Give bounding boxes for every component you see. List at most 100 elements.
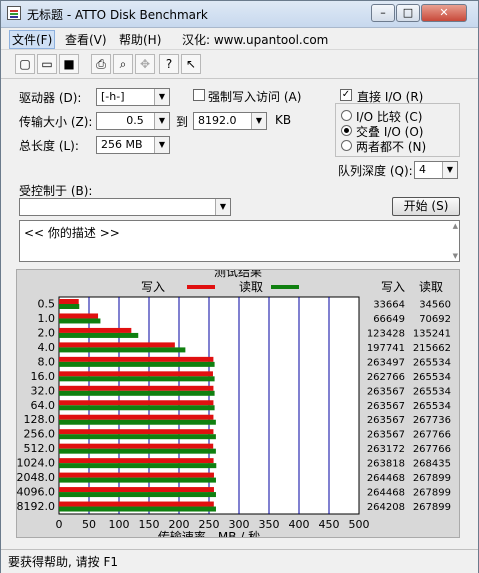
chevron-down-icon[interactable]: ▼ bbox=[215, 199, 230, 215]
write-bar bbox=[59, 299, 79, 304]
write-value: 263567 bbox=[367, 386, 405, 397]
print-icon[interactable]: ⎙ bbox=[91, 54, 111, 74]
context-help-icon[interactable]: ↖ bbox=[181, 54, 201, 74]
write-value: 262766 bbox=[367, 372, 405, 383]
print-preview-icon[interactable]: ⌕ bbox=[113, 54, 133, 74]
results-title: 测试结果 bbox=[214, 270, 262, 279]
read-bar bbox=[59, 361, 215, 367]
direct-io-checkbox[interactable]: ✓ bbox=[340, 89, 352, 101]
app-window: 无标题 - ATTO Disk Benchmark – □ ✕ 文件(F) 查看… bbox=[0, 0, 479, 573]
drive-select[interactable]: [-h-] ▼ bbox=[96, 88, 170, 106]
results-chart: 测试结果写入 读取 写入 读取0 50 100 150 200 250 300 350 400 450 5… bbox=[17, 264, 452, 544]
total-length-value: 256 MB bbox=[101, 138, 143, 151]
new-icon[interactable]: ▢ bbox=[15, 54, 35, 74]
read-bar bbox=[59, 304, 80, 309]
transfer-to-value: 8192.0 bbox=[198, 114, 237, 127]
legend-write-swatch bbox=[187, 285, 215, 289]
force-write-checkbox[interactable] bbox=[193, 89, 205, 101]
legend-read-label: 读取 bbox=[239, 280, 263, 294]
write-bar bbox=[59, 371, 213, 377]
chevron-down-icon[interactable]: ▼ bbox=[154, 137, 169, 153]
close-button[interactable]: ✕ bbox=[421, 4, 467, 22]
x-tick-label: 500 bbox=[349, 518, 370, 531]
write-value: 264208 bbox=[367, 502, 405, 513]
read-bar bbox=[59, 492, 216, 498]
category-label: 512.0 bbox=[24, 442, 56, 455]
category-label: 8.0 bbox=[38, 355, 56, 368]
open-icon[interactable]: ▭ bbox=[37, 54, 57, 74]
read-value: 267736 bbox=[413, 415, 451, 426]
write-bar bbox=[59, 342, 175, 348]
maximize-button[interactable]: □ bbox=[396, 4, 420, 22]
move-icon[interactable]: ✥ bbox=[135, 54, 155, 74]
queue-depth-label: 队列深度 (Q): bbox=[338, 164, 413, 178]
read-bar bbox=[59, 419, 216, 425]
category-label: 2.0 bbox=[38, 326, 56, 339]
transfer-from-value: 0.5 bbox=[126, 114, 144, 127]
menu-help[interactable]: 帮助(H) bbox=[119, 31, 161, 48]
overlapped-io-radio[interactable] bbox=[341, 125, 352, 136]
write-bar bbox=[59, 443, 214, 449]
read-bar bbox=[59, 448, 216, 454]
io-compare-radio[interactable] bbox=[341, 110, 352, 121]
neither-radio[interactable] bbox=[341, 140, 352, 151]
transfer-to-select[interactable]: 8192.0 ▼ bbox=[193, 112, 267, 130]
write-value: 263172 bbox=[367, 444, 405, 455]
toolbar: ▢ ▭ ■ ⎙ ⌕ ✥ ? ↖ bbox=[1, 50, 478, 79]
help-icon[interactable]: ? bbox=[159, 54, 179, 74]
total-length-select[interactable]: 256 MB ▼ bbox=[96, 136, 170, 154]
save-icon[interactable]: ■ bbox=[59, 54, 79, 74]
read-bar bbox=[59, 405, 215, 411]
chevron-down-icon[interactable]: ▼ bbox=[154, 113, 169, 129]
description-text: << 你的描述 >> bbox=[24, 226, 120, 240]
transfer-from-select[interactable]: 0.5 ▼ bbox=[96, 112, 170, 130]
drive-label: 驱动器 (D): bbox=[19, 91, 82, 105]
kb-label: KB bbox=[275, 113, 292, 127]
title-bar[interactable]: 无标题 - ATTO Disk Benchmark – □ ✕ bbox=[1, 1, 478, 28]
read-bar bbox=[59, 477, 216, 483]
menu-file[interactable]: 文件(F) bbox=[9, 30, 56, 49]
description-field[interactable]: << 你的描述 >> ▲ ▼ bbox=[19, 220, 460, 262]
controlled-by-select[interactable]: ▼ bbox=[19, 198, 231, 216]
x-tick-label: 50 bbox=[82, 518, 96, 531]
read-bar bbox=[59, 434, 216, 440]
category-label: 2048.0 bbox=[17, 471, 55, 484]
transfer-size-label: 传输大小 (Z): bbox=[19, 115, 93, 129]
window-title: 无标题 - ATTO Disk Benchmark bbox=[27, 8, 208, 22]
drive-value: [-h-] bbox=[101, 90, 125, 103]
scroll-up-icon[interactable]: ▲ bbox=[453, 222, 458, 230]
to-label: 到 bbox=[176, 115, 189, 129]
write-bar bbox=[59, 385, 214, 391]
write-bar bbox=[59, 472, 214, 478]
read-value: 267766 bbox=[413, 444, 451, 455]
chevron-down-icon[interactable]: ▼ bbox=[154, 89, 169, 105]
read-column-header: 读取 bbox=[419, 280, 443, 294]
write-value: 264468 bbox=[367, 488, 405, 499]
read-value: 135241 bbox=[413, 328, 451, 339]
write-bar bbox=[59, 313, 99, 319]
write-value: 263818 bbox=[367, 459, 405, 470]
category-label: 1024.0 bbox=[17, 457, 55, 470]
category-label: 0.5 bbox=[38, 298, 56, 311]
write-value: 263567 bbox=[367, 401, 405, 412]
read-value: 265534 bbox=[413, 372, 451, 383]
chevron-down-icon[interactable]: ▼ bbox=[251, 113, 266, 129]
write-bar bbox=[59, 400, 214, 406]
x-tick-label: 0 bbox=[56, 518, 63, 531]
write-value: 263567 bbox=[367, 415, 405, 426]
queue-depth-select[interactable]: 4 ▼ bbox=[414, 161, 458, 179]
chevron-down-icon[interactable]: ▼ bbox=[442, 162, 457, 178]
x-tick-label: 350 bbox=[259, 518, 280, 531]
menu-view[interactable]: 查看(V) bbox=[65, 31, 107, 48]
read-value: 215662 bbox=[413, 343, 451, 354]
write-column-header: 写入 bbox=[381, 280, 405, 294]
x-tick-label: 100 bbox=[109, 518, 130, 531]
start-button[interactable]: 开始 (S) bbox=[392, 197, 460, 216]
x-tick-label: 450 bbox=[319, 518, 340, 531]
minimize-button[interactable]: – bbox=[371, 4, 395, 22]
write-bar bbox=[59, 429, 214, 435]
write-bar bbox=[59, 501, 214, 507]
read-bar bbox=[59, 463, 217, 469]
read-bar bbox=[59, 347, 186, 353]
scroll-down-icon[interactable]: ▼ bbox=[453, 252, 458, 260]
